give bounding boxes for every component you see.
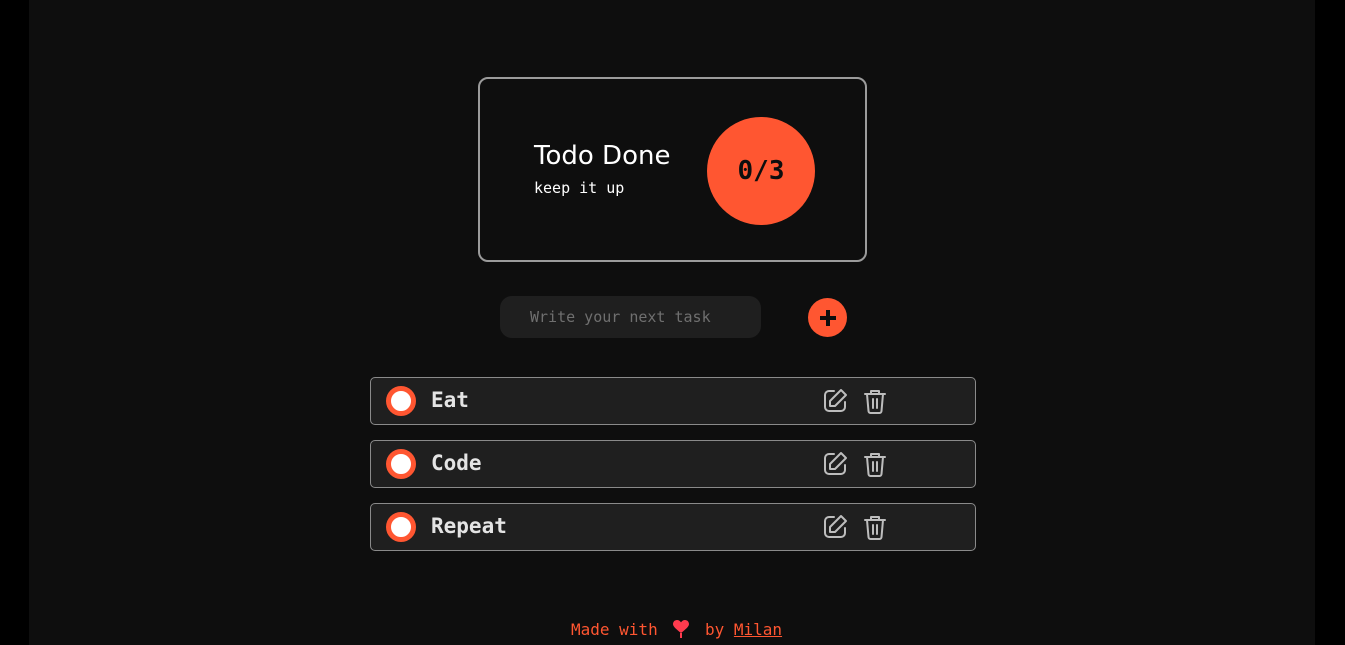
heart-icon [673,620,690,638]
edit-icon[interactable] [822,388,848,414]
todo-item: Code [370,440,976,488]
todo-checkbox[interactable] [386,512,416,542]
edit-icon[interactable] [822,514,848,540]
progress-counter: 0/3 [707,117,815,225]
stats-title: Todo Done [534,141,671,171]
trash-icon[interactable] [863,388,887,414]
todo-checkbox[interactable] [386,449,416,479]
edit-icon[interactable] [822,451,848,477]
author-link[interactable]: Milan [734,620,782,639]
add-task-button[interactable] [808,298,847,337]
todo-list: Eat Code Repeat [370,377,976,566]
plus-icon [819,309,836,326]
todo-item: Eat [370,377,976,425]
stats-subtitle: keep it up [534,179,625,197]
todo-text: Repeat [431,514,507,538]
stats-card: Todo Done keep it up 0/3 [478,77,867,262]
todo-app: Todo Done keep it up 0/3 Eat [29,0,1315,645]
trash-icon[interactable] [863,514,887,540]
task-input[interactable] [500,296,761,338]
footer-prefix: Made with [571,620,658,639]
todo-item: Repeat [370,503,976,551]
trash-icon[interactable] [863,451,887,477]
todo-text: Code [431,451,482,475]
footer-by: by [704,620,725,639]
footer: Made with by Milan [571,620,782,639]
todo-text: Eat [431,388,469,412]
todo-checkbox[interactable] [386,386,416,416]
